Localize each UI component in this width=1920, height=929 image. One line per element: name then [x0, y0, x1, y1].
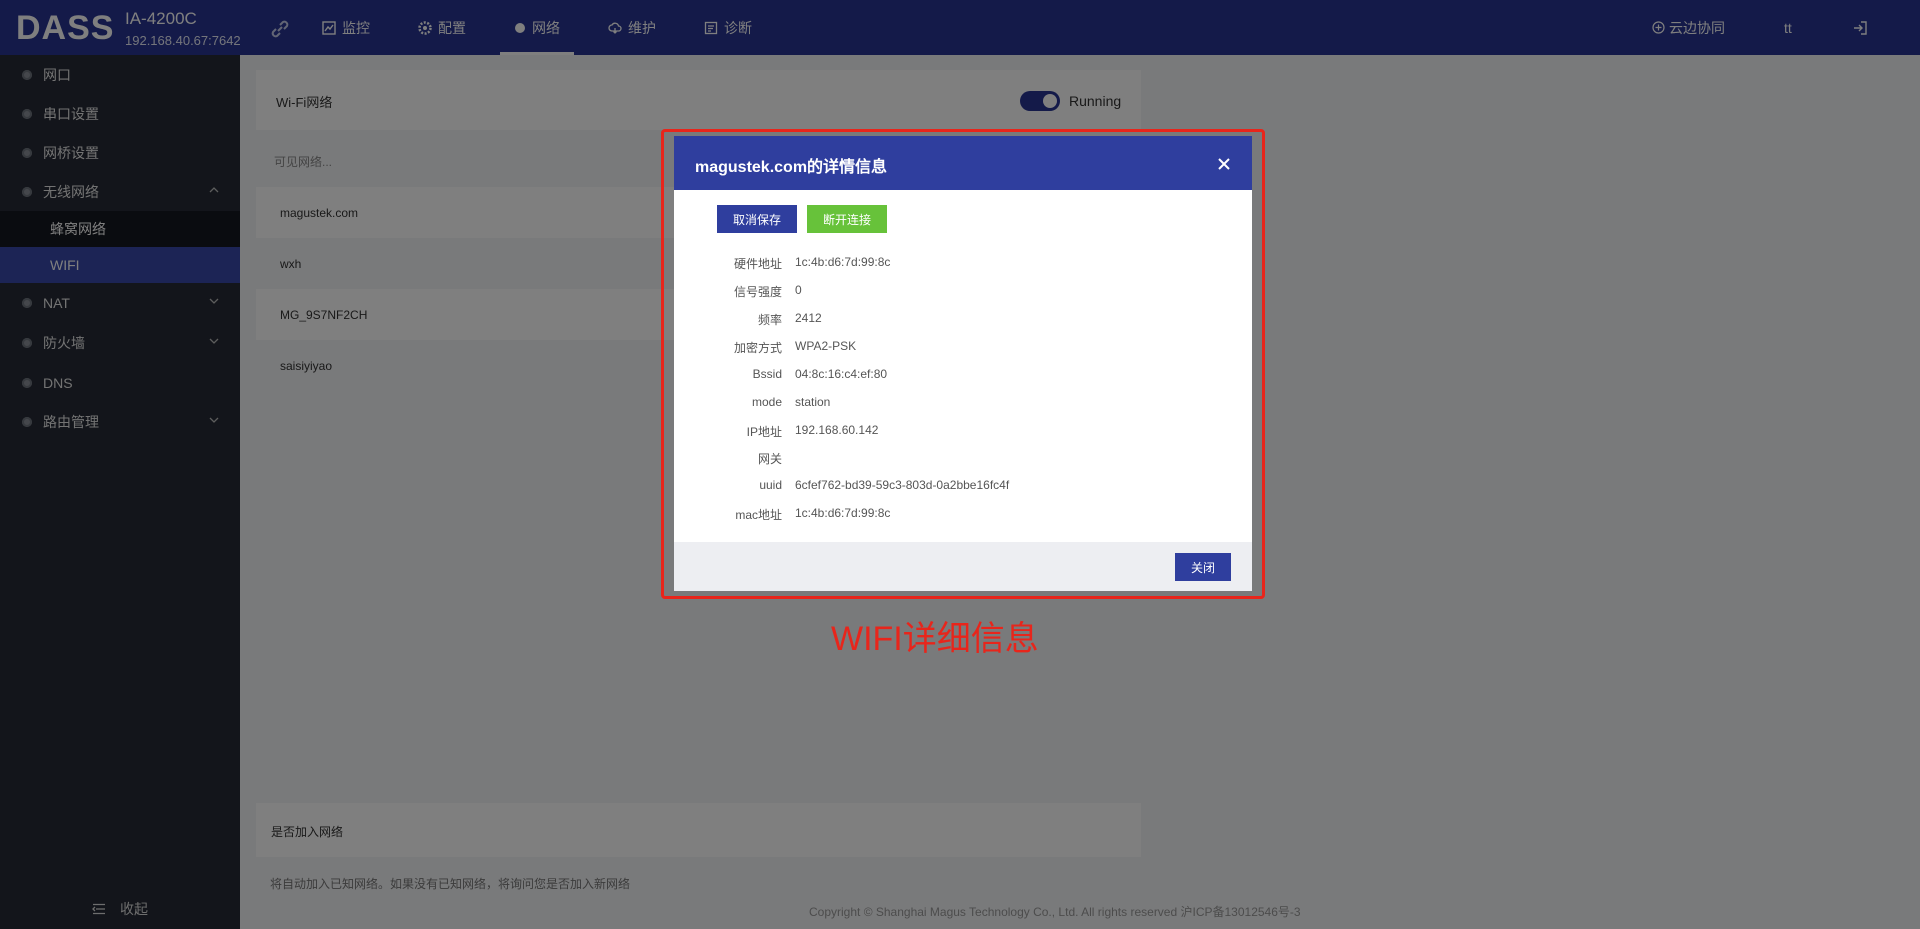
- annotation-highlight-box: [661, 129, 1265, 599]
- annotation-label: WIFI详细信息: [831, 620, 1039, 658]
